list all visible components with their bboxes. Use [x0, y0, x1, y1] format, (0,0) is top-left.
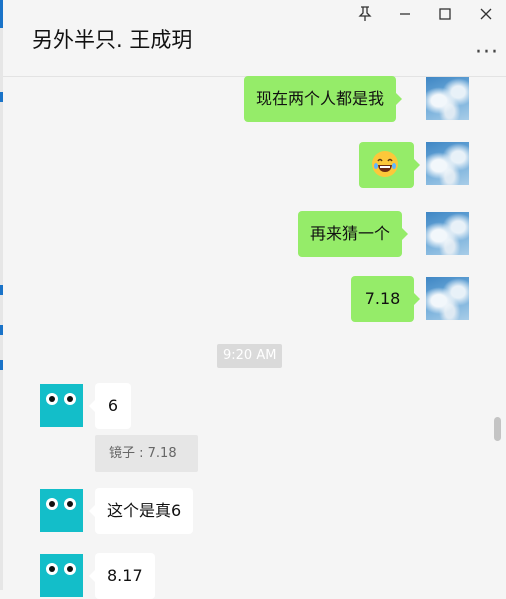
scrollbar-thumb[interactable] — [494, 417, 501, 441]
chat-header: 另外半只. 王成玥 ··· — [3, 0, 506, 77]
message-timestamp: 9:20 AM — [217, 344, 283, 368]
edge-mark — [0, 360, 3, 370]
eye-icon — [46, 563, 58, 575]
more-icon[interactable]: ··· — [475, 40, 499, 65]
maximize-icon[interactable] — [435, 4, 455, 24]
edge-mark — [0, 325, 3, 335]
message-bubble-received[interactable]: 这个是真6 — [88, 488, 194, 534]
eye-icon — [46, 393, 58, 405]
avatar[interactable] — [40, 554, 83, 597]
eye-icon — [46, 498, 58, 510]
message-bubble-sent[interactable]: 现在两个人都是我 — [244, 76, 403, 122]
edge-mark — [0, 285, 3, 295]
message-bubble-received[interactable]: 8.17 — [89, 553, 155, 599]
avatar[interactable] — [426, 77, 469, 120]
laughing-tears-icon — [372, 151, 398, 177]
pin-icon[interactable] — [355, 4, 375, 24]
eye-icon — [64, 563, 76, 575]
quoted-message[interactable]: 镜子 : 7.18 — [95, 435, 198, 472]
avatar[interactable] — [426, 142, 469, 185]
message-bubble-sent[interactable]: 再来猜一个 — [298, 211, 409, 257]
eye-icon — [64, 498, 76, 510]
message-bubble-sent[interactable] — [359, 142, 420, 188]
message-bubble-received[interactable]: 6 — [89, 383, 131, 429]
avatar[interactable] — [40, 489, 83, 532]
avatar[interactable] — [426, 212, 469, 255]
edge-mark — [0, 92, 3, 102]
avatar[interactable] — [40, 384, 83, 427]
close-icon[interactable] — [476, 4, 496, 24]
message-bubble-sent[interactable]: 7.18 — [351, 276, 420, 322]
left-edge-strip — [0, 0, 3, 590]
eye-icon — [64, 393, 76, 405]
minimize-icon[interactable] — [395, 4, 415, 24]
avatar[interactable] — [426, 277, 469, 320]
chat-title: 另外半只. 王成玥 — [32, 28, 193, 52]
